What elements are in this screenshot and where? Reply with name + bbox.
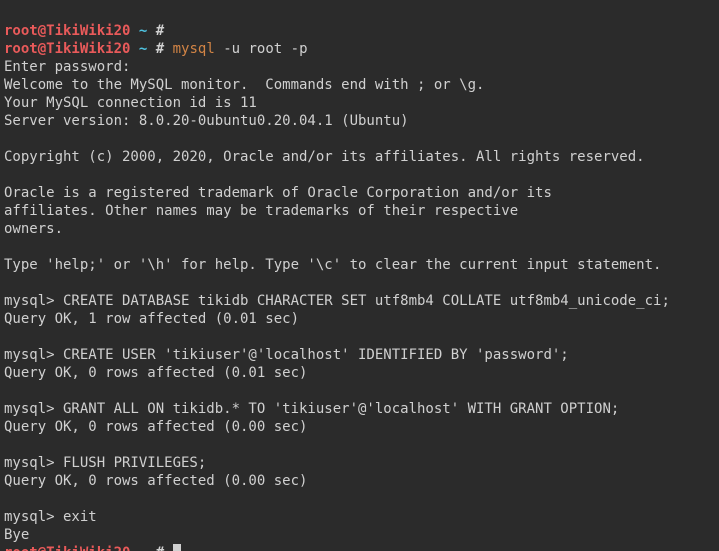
output-line: Query OK, 1 row affected (0.01 sec) xyxy=(4,311,299,327)
blank-line xyxy=(4,239,12,255)
blank-line xyxy=(4,437,12,453)
prompt-hash: # xyxy=(156,545,164,551)
output-line: Server version: 8.0.20-0ubuntu0.20.04.1 … xyxy=(4,113,409,129)
blank-line xyxy=(4,491,12,507)
sql-line: mysql> CREATE USER 'tikiuser'@'localhost… xyxy=(4,347,569,363)
prompt-line-3[interactable]: root@TikiWiki20 ~ # xyxy=(4,545,181,551)
output-line: Copyright (c) 2000, 2020, Oracle and/or … xyxy=(4,149,645,165)
terminal-window[interactable]: root@TikiWiki20 ~ # root@TikiWiki20 ~ # … xyxy=(0,0,719,551)
prompt-line-1: root@TikiWiki20 ~ # xyxy=(4,23,164,39)
sql-line: mysql> FLUSH PRIVILEGES; xyxy=(4,455,206,471)
command-flags: -u root -p xyxy=(215,41,308,57)
command-mysql: mysql xyxy=(173,41,215,57)
blank-line xyxy=(4,329,12,345)
output-line: Enter password: xyxy=(4,59,130,75)
prompt-userhost: root@TikiWiki20 xyxy=(4,41,130,57)
output-line: Type 'help;' or '\h' for help. Type '\c'… xyxy=(4,257,661,273)
output-line: affiliates. Other names may be trademark… xyxy=(4,203,518,219)
prompt-userhost: root@TikiWiki20 xyxy=(4,545,130,551)
output-line: Welcome to the MySQL monitor. Commands e… xyxy=(4,77,484,93)
prompt-userhost: root@TikiWiki20 xyxy=(4,23,130,39)
output-line: Query OK, 0 rows affected (0.00 sec) xyxy=(4,473,307,489)
sql-line: mysql> exit xyxy=(4,509,97,525)
output-line: Query OK, 0 rows affected (0.00 sec) xyxy=(4,419,307,435)
prompt-hash: # xyxy=(156,23,164,39)
output-line: Oracle is a registered trademark of Orac… xyxy=(4,185,552,201)
output-line: Query OK, 0 rows affected (0.01 sec) xyxy=(4,365,307,381)
output-line: owners. xyxy=(4,221,63,237)
prompt-line-2: root@TikiWiki20 ~ # mysql -u root -p xyxy=(4,41,308,57)
blank-line xyxy=(4,383,12,399)
output-line: Bye xyxy=(4,527,29,543)
blank-line xyxy=(4,131,12,147)
prompt-hash: # xyxy=(156,41,164,57)
output-line: Your MySQL connection id is 11 xyxy=(4,95,257,111)
sql-line: mysql> GRANT ALL ON tikidb.* TO 'tikiuse… xyxy=(4,401,619,417)
blank-line xyxy=(4,275,12,291)
sql-line: mysql> CREATE DATABASE tikidb CHARACTER … xyxy=(4,293,670,309)
blank-line xyxy=(4,167,12,183)
cursor-icon xyxy=(173,544,181,551)
